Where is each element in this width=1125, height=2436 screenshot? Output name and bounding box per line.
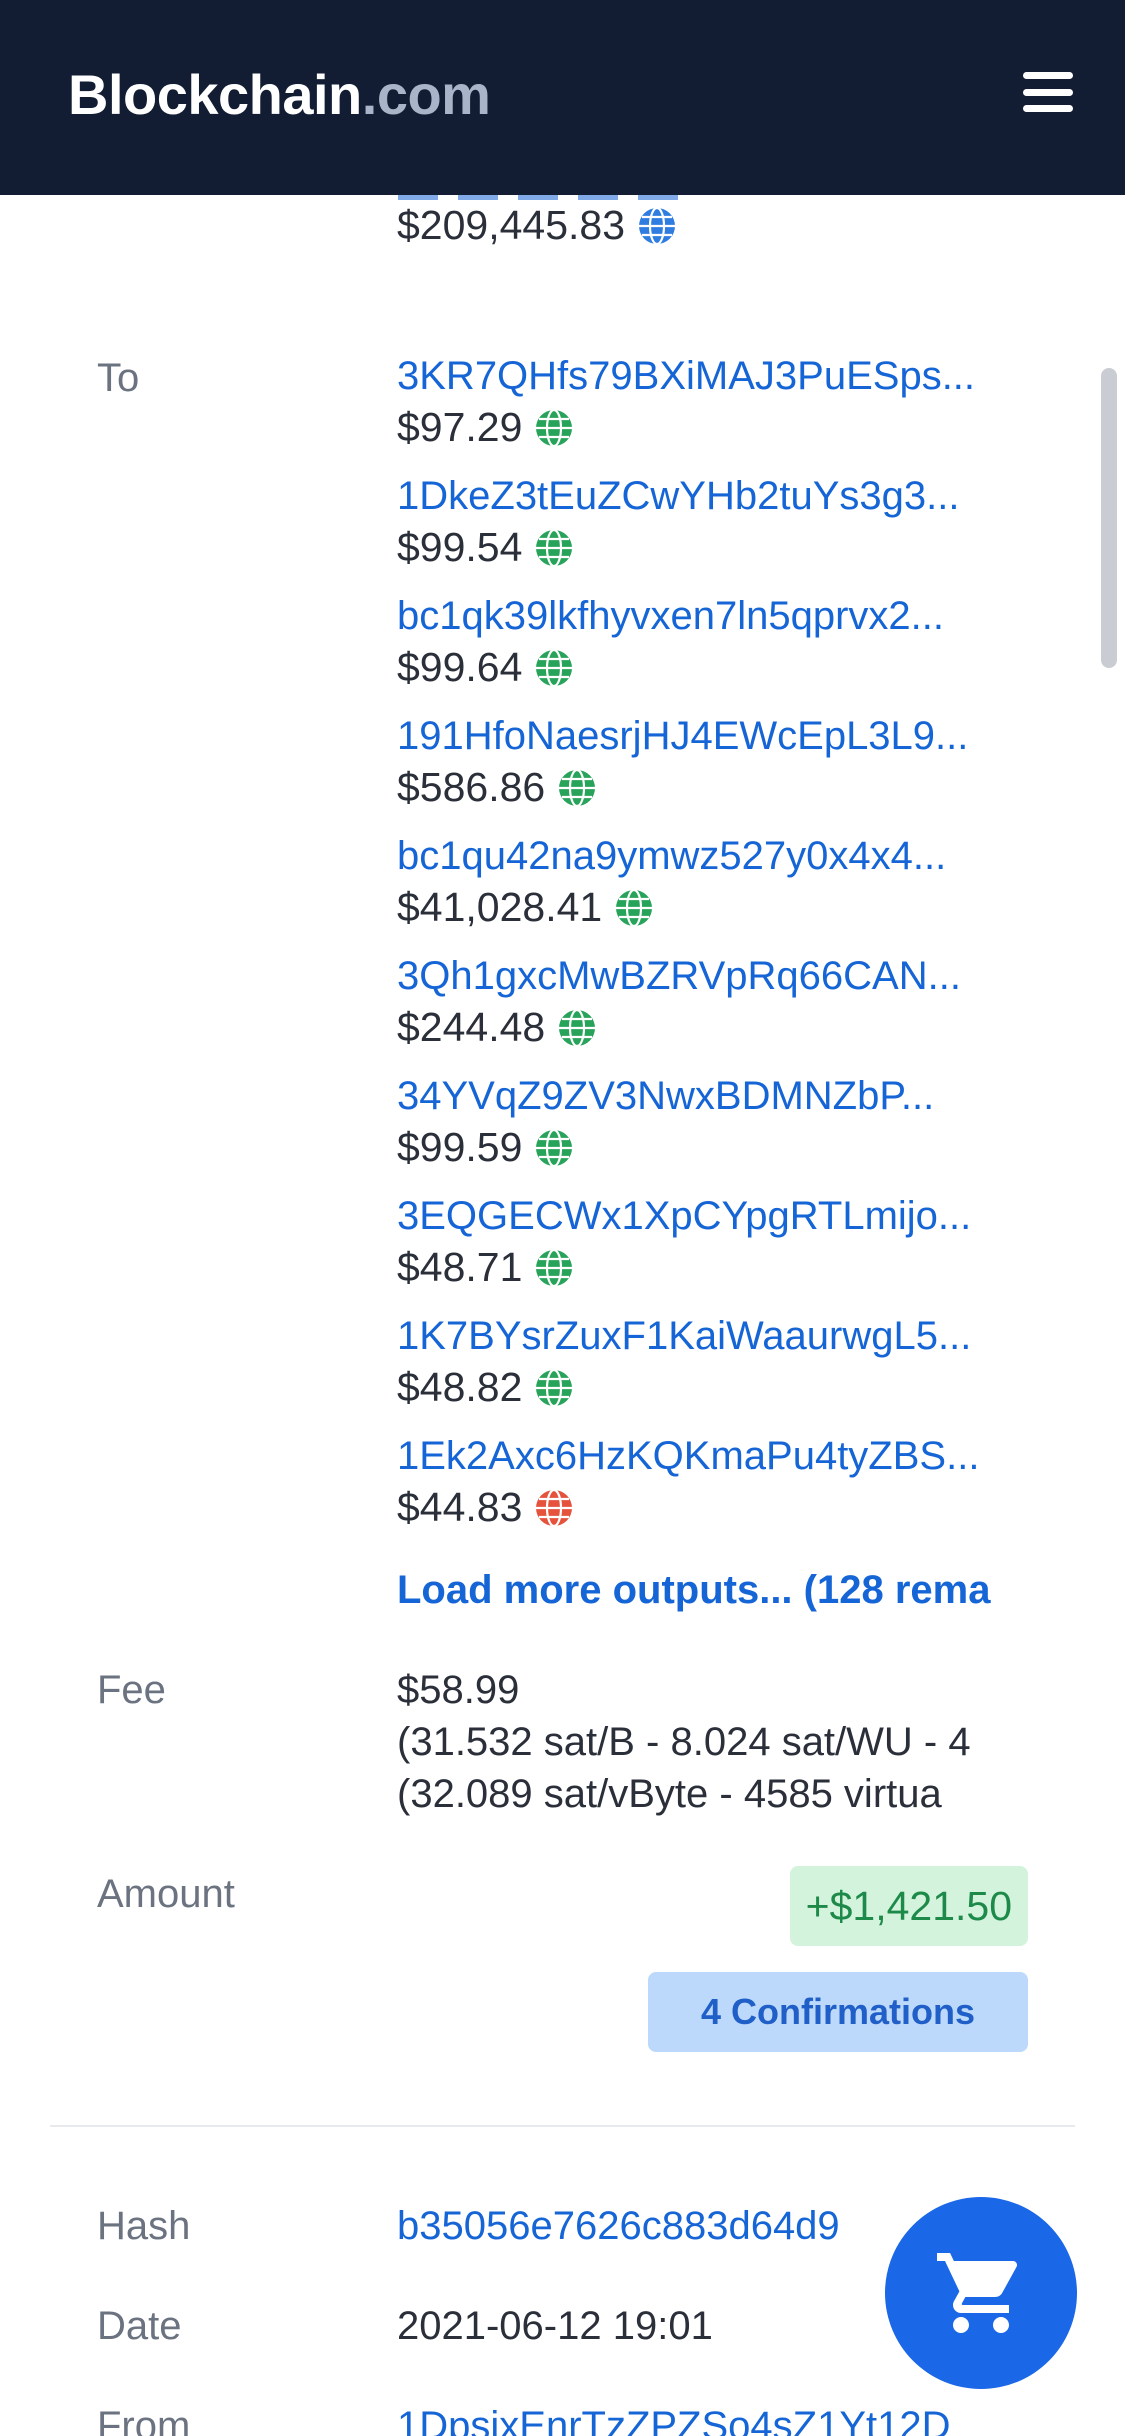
output-value-text: $244.48: [397, 1004, 546, 1050]
load-more-outputs-link[interactable]: Load more outputs... (128 rema: [397, 1568, 1027, 1613]
from-value-text: $209,445.83: [397, 202, 626, 248]
output-address-link[interactable]: 3EQGECWx1XpCYpgRTLmijo...: [397, 1194, 1027, 1239]
section-divider: [50, 2125, 1075, 2127]
output-address-link[interactable]: 191HfoNaesrjHJ4EWcEpL3L9...: [397, 714, 1027, 759]
output-value: $99.54: [397, 524, 574, 571]
output-value: $48.71: [397, 1244, 574, 1291]
transaction-details: $209,445.83 To 3KR7QHfs79BXiMAJ3PuESps..…: [0, 0, 1125, 2436]
globe-icon[interactable]: [557, 1008, 597, 1048]
output-address-link[interactable]: 1K7BYsrZuxF1KaiWaaurwgL5...: [397, 1314, 1027, 1359]
output-address-link[interactable]: 3Qh1gxcMwBZRVpRq66CAN...: [397, 954, 1027, 999]
logo-text: Blockchain: [68, 63, 362, 126]
shopping-cart-icon: [937, 2253, 1018, 2333]
menu-line: [1023, 72, 1073, 79]
globe-icon[interactable]: [534, 408, 574, 448]
output-value: $244.48: [397, 1004, 597, 1051]
output-value-text: $97.29: [397, 404, 523, 450]
blockchain-logo[interactable]: Blockchain.com: [68, 62, 491, 127]
globe-icon[interactable]: [637, 206, 677, 246]
amount-label: Amount: [97, 1872, 235, 1916]
date-label: Date: [97, 2304, 182, 2348]
globe-icon[interactable]: [534, 1248, 574, 1288]
hamburger-icon[interactable]: [1023, 72, 1073, 112]
output-value-text: $586.86: [397, 764, 546, 810]
output-value: $44.83: [397, 1484, 574, 1531]
output-value-text: $48.82: [397, 1364, 523, 1410]
globe-icon[interactable]: [534, 1488, 574, 1528]
logo-suffix: .com: [361, 63, 491, 126]
menu-line: [1023, 88, 1073, 96]
output-value-text: $99.59: [397, 1124, 523, 1170]
output-address-link[interactable]: 3KR7QHfs79BXiMAJ3PuESps...: [397, 354, 1027, 399]
shopping-cart-button[interactable]: [885, 2197, 1077, 2389]
output-value: $48.82: [397, 1364, 574, 1411]
output-value: $99.64: [397, 644, 574, 691]
top-navigation-bar: Blockchain.com: [0, 0, 1125, 195]
amount-badge: +$1,421.50: [789, 1866, 1028, 1946]
output-value-text: $44.83: [397, 1484, 523, 1530]
globe-icon[interactable]: [557, 768, 597, 808]
output-address-link[interactable]: 34YVqZ9ZV3NwxBDMNZbP...: [397, 1074, 1027, 1119]
scrollbar[interactable]: [1101, 368, 1117, 668]
menu-line: [1023, 105, 1073, 112]
from-address-link[interactable]: 1DpsixEnrTzZPZSo4sZ1Yt12D: [397, 2404, 1027, 2436]
output-value: $97.29: [397, 404, 574, 451]
output-value: $586.86: [397, 764, 597, 811]
output-value: $41,028.41: [397, 884, 654, 931]
from-value: $209,445.83: [397, 202, 677, 249]
output-value-text: $48.71: [397, 1244, 523, 1290]
output-address-link[interactable]: 1Ek2Axc6HzKQKmaPu4tyZBS...: [397, 1434, 1027, 1479]
globe-icon[interactable]: [534, 648, 574, 688]
output-address-link[interactable]: bc1qu42na9ymwz527y0x4x4...: [397, 834, 1027, 879]
output-value-text: $99.64: [397, 644, 523, 690]
output-value-text: $41,028.41: [397, 884, 603, 930]
to-label: To: [97, 356, 140, 400]
globe-icon[interactable]: [534, 1368, 574, 1408]
output-address-link[interactable]: bc1qk39lkfhyvxen7ln5qprvx2...: [397, 594, 1027, 639]
from-label: From: [97, 2404, 191, 2436]
globe-icon[interactable]: [614, 888, 654, 928]
fee-amount: $58.99: [397, 1668, 520, 1712]
fee-rate-vbytes: (32.089 sat/vByte - 4585 virtua: [397, 1772, 942, 1816]
output-value-text: $99.54: [397, 524, 523, 570]
globe-icon[interactable]: [534, 528, 574, 568]
output-address-link[interactable]: 1DkeZ3tEuZCwYHb2tuYs3g3...: [397, 474, 1027, 519]
globe-icon[interactable]: [534, 1128, 574, 1168]
fee-rate-bytes: (31.532 sat/B - 8.024 sat/WU - 4: [397, 1720, 971, 1764]
confirmations-badge: 4 Confirmations: [648, 1972, 1028, 2052]
output-value: $99.59: [397, 1124, 574, 1171]
hash-label: Hash: [97, 2204, 191, 2248]
fee-label: Fee: [97, 1668, 166, 1712]
